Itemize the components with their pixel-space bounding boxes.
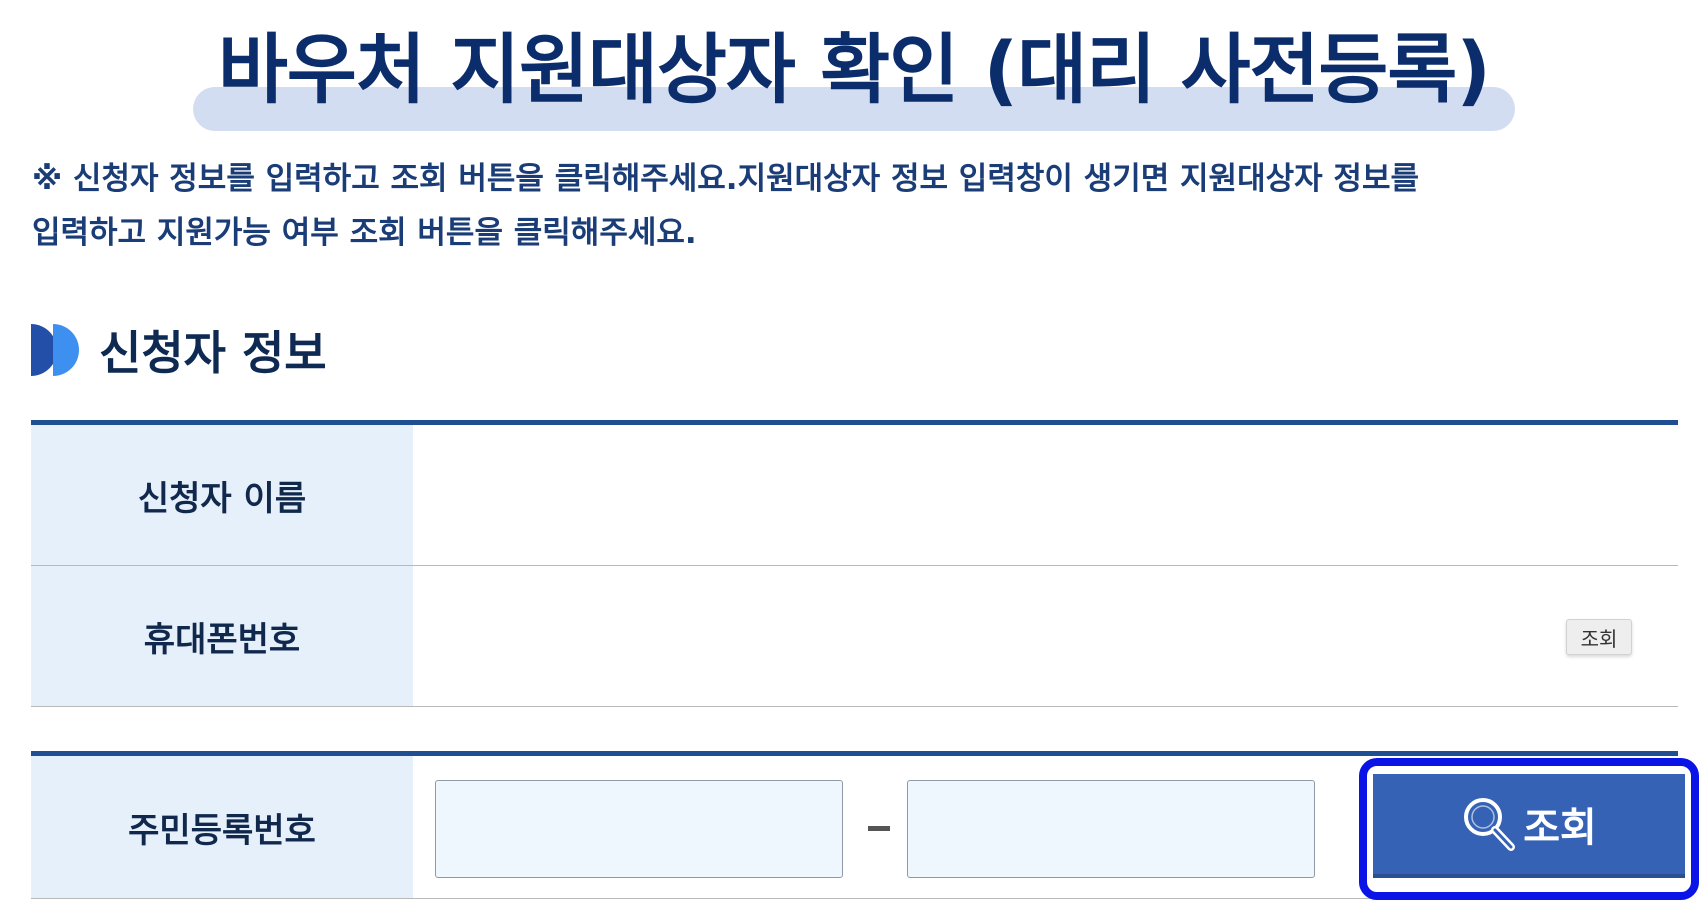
ssn-back-input[interactable] <box>907 780 1315 878</box>
section-title: 신청자 정보 <box>99 326 327 380</box>
notice-line-1: ※ 신청자 정보를 입력하고 조회 버튼을 클릭해주세요.지원대상자 정보 입력… <box>32 161 1419 197</box>
magnifier-icon <box>1461 795 1517 853</box>
section-heading: 신청자 정보 <box>31 322 327 380</box>
double-half-circle-icon <box>31 324 81 376</box>
page-title: 바우처 지원대상자 확인 (대리 사전등록) <box>217 25 1491 114</box>
phone-query-button[interactable]: 조회 <box>1566 619 1632 655</box>
ssn-front-input[interactable] <box>435 780 843 878</box>
phone-number-row: 휴대폰번호 조회 <box>31 566 1678 707</box>
phone-number-label: 휴대폰번호 <box>31 566 413 706</box>
applicant-name-label: 신청자 이름 <box>31 425 413 565</box>
ssn-value-cell: 조회 <box>413 756 1699 900</box>
page-title-wrapper: 바우처 지원대상자 확인 (대리 사전등록) <box>193 22 1515 132</box>
ssn-table: 주민등록번호 조회 <box>31 751 1699 900</box>
applicant-name-row: 신청자 이름 <box>31 425 1678 566</box>
phone-number-value: 조회 <box>413 566 1678 706</box>
ssn-row: 주민등록번호 조회 <box>31 756 1699 900</box>
ssn-query-label: 조회 <box>1523 805 1597 851</box>
ssn-dash-separator <box>868 826 890 831</box>
applicant-info-table: 신청자 이름 휴대폰번호 조회 <box>31 420 1678 707</box>
applicant-name-value <box>413 425 1678 565</box>
ssn-label: 주민등록번호 <box>31 756 413 898</box>
notice-line-2: 입력하고 지원가능 여부 조회 버튼을 클릭해주세요. <box>32 215 697 251</box>
instruction-notice: ※ 신청자 정보를 입력하고 조회 버튼을 클릭해주세요.지원대상자 정보 입력… <box>32 152 1632 260</box>
ssn-query-button[interactable]: 조회 <box>1373 774 1685 878</box>
